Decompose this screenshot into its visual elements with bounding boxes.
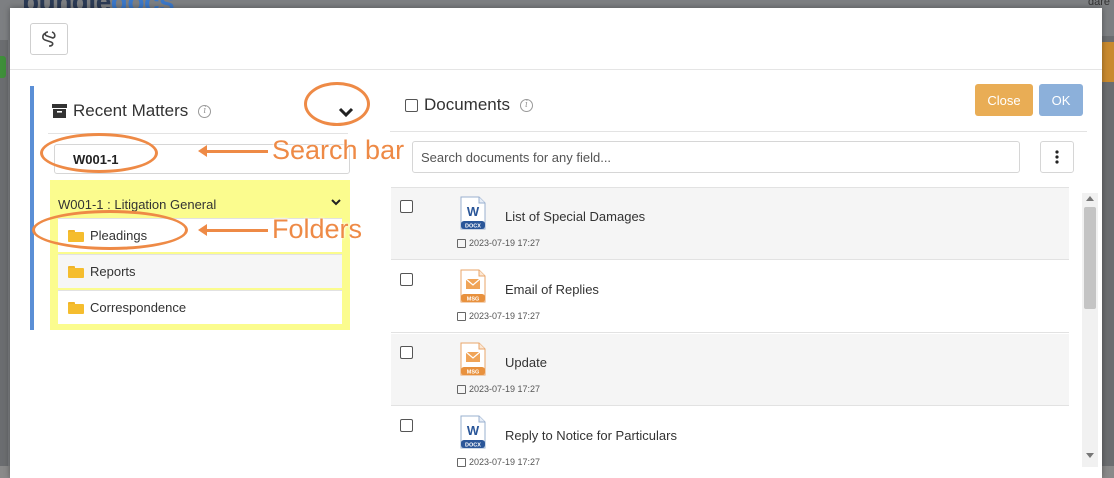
annotation-search-bar-label: Search bar	[272, 135, 405, 165]
document-name: Reply to Notice for Particulars	[505, 428, 677, 443]
svg-text:MSG: MSG	[467, 297, 480, 303]
folder-icon	[68, 265, 84, 278]
word-docx-icon: W DOCX	[460, 415, 486, 449]
background-left-strip	[0, 40, 8, 466]
document-checkbox[interactable]	[400, 419, 413, 432]
document-name: Update	[505, 355, 547, 370]
annotation-folders-label: Folders	[272, 214, 363, 244]
document-row[interactable]: W DOCX Reply to Notice for Particulars 2…	[391, 407, 1069, 478]
document-date: 2023-07-19 17:27	[457, 384, 540, 394]
annotation-ring-collapse	[304, 82, 370, 126]
document-checkbox[interactable]	[400, 346, 413, 359]
svg-text:W: W	[467, 423, 480, 438]
scroll-down-arrow-icon[interactable]	[1086, 453, 1094, 458]
folder-label: Reports	[90, 264, 136, 279]
scroll-thumb[interactable]	[1084, 207, 1096, 309]
edit-icon	[457, 457, 466, 467]
matter-folder-tree: W001-1 : Litigation General Pleadings Re…	[50, 180, 350, 330]
document-row[interactable]: MSG Update 2023-07-19 17:27	[391, 334, 1069, 406]
info-icon[interactable]: i	[198, 104, 212, 118]
folder-item-reports[interactable]: Reports	[58, 254, 342, 288]
annotation-arrow-search	[198, 145, 268, 157]
more-options-button[interactable]	[1040, 141, 1074, 173]
background-right-strip	[1100, 36, 1114, 466]
documents-header: Documents i Close OK	[405, 84, 1085, 128]
svg-text:DOCX: DOCX	[465, 443, 481, 449]
document-search-input[interactable]	[412, 141, 1020, 173]
document-list-scrollbar[interactable]	[1082, 193, 1098, 467]
edit-icon	[457, 311, 466, 321]
recent-matters-title: Recent Matters	[73, 101, 189, 120]
ok-button[interactable]: OK	[1039, 84, 1083, 116]
document-name: Email of Replies	[505, 282, 599, 297]
svg-text:DOCX: DOCX	[465, 224, 481, 230]
folder-icon	[68, 301, 84, 314]
edit-icon	[457, 238, 466, 248]
select-all-checkbox[interactable]	[405, 98, 418, 112]
folder-item-correspondence[interactable]: Correspondence	[58, 290, 342, 324]
annotation-arrow-folders	[198, 224, 268, 236]
scroll-up-arrow-icon[interactable]	[1086, 196, 1094, 201]
document-picker-modal: Recent Matters i W001-1 : Litigation Gen…	[10, 8, 1102, 478]
divider	[390, 131, 1087, 132]
background-green-tab	[0, 56, 6, 78]
archive-box-icon	[52, 104, 67, 118]
svg-text:W: W	[467, 204, 480, 219]
svg-text:MSG: MSG	[467, 370, 480, 376]
document-row[interactable]: MSG Email of Replies 2023-07-19 17:27	[391, 261, 1069, 333]
document-date: 2023-07-19 17:27	[457, 238, 540, 248]
document-list: W DOCX List of Special Damages 2023-07-1…	[391, 187, 1069, 478]
document-name: List of Special Damages	[505, 209, 646, 224]
email-msg-icon: MSG	[460, 269, 486, 303]
recent-matters-panel: Recent Matters i W001-1 : Litigation Gen…	[30, 86, 354, 330]
annotation-ring-folders	[32, 210, 188, 250]
background-orange-tab	[1100, 42, 1114, 82]
close-button[interactable]: Close	[975, 84, 1033, 116]
chevron-down-icon[interactable]	[330, 196, 342, 208]
edit-icon	[457, 384, 466, 394]
folder-label: Correspondence	[90, 300, 187, 315]
word-docx-icon: W DOCX	[460, 196, 486, 230]
bundledocs-logo-icon	[42, 31, 56, 47]
modal-toolbar	[10, 8, 1102, 70]
document-checkbox[interactable]	[400, 200, 413, 213]
document-date: 2023-07-19 17:27	[457, 311, 540, 321]
documents-title: Documents	[424, 95, 510, 114]
document-checkbox[interactable]	[400, 273, 413, 286]
document-row[interactable]: W DOCX List of Special Damages 2023-07-1…	[391, 188, 1069, 260]
matter-label: W001-1 : Litigation General	[58, 197, 217, 212]
info-icon[interactable]: i	[519, 98, 533, 112]
background-header-text: dare	[1087, 0, 1110, 8]
annotation-ring-search	[40, 133, 158, 173]
kebab-menu-icon	[1055, 150, 1059, 164]
email-msg-icon: MSG	[460, 342, 486, 376]
bundledocs-logo-button[interactable]	[30, 23, 68, 55]
